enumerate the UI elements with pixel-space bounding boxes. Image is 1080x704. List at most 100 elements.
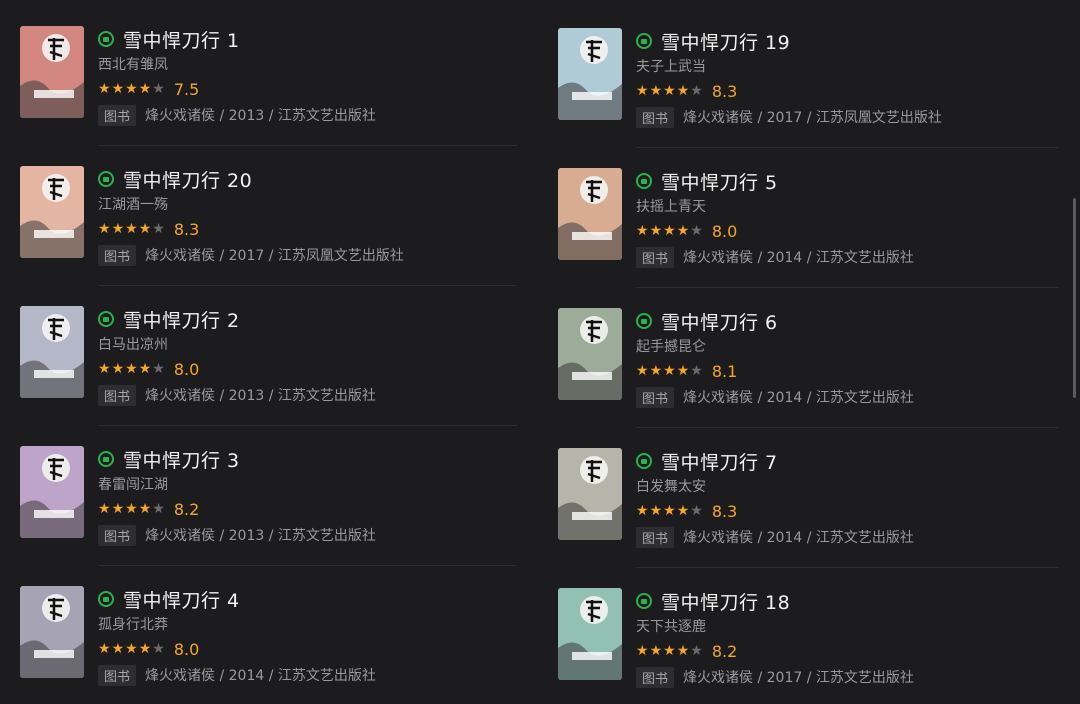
book-title[interactable]: 雪中悍刀行 20 <box>123 166 252 193</box>
rating-stars: ★ ★ ★ ★ ★ <box>636 364 704 378</box>
book-meta: 烽火戏诸侯 / 2013 / 江苏文艺出版社 <box>145 528 376 544</box>
ebook-available-icon <box>636 453 652 469</box>
rating-score: 8.2 <box>173 499 200 519</box>
star-icon: ★ <box>111 501 125 517</box>
star-icon: ★ <box>663 83 676 99</box>
book-title[interactable]: 雪中悍刀行 18 <box>661 588 790 615</box>
star-icon: ★ <box>676 363 690 379</box>
book-subtitle: 起手撼昆仑 <box>636 339 706 355</box>
category-tag: 图书 <box>636 526 675 548</box>
star-icon: ★ <box>636 223 649 239</box>
star-icon: ★ <box>98 641 111 657</box>
book-list-item[interactable]: 雪中悍刀行 3 春雷闯江湖 ★ ★ ★ ★ ★ 8.2 图书 烽火戏诸侯 / 2013 … <box>20 446 517 566</box>
book-cover[interactable] <box>558 308 622 400</box>
category-tag: 图书 <box>98 104 137 126</box>
book-list-item[interactable]: 雪中悍刀行 6 起手撼昆仑 ★ ★ ★ ★ ★ 8.1 图书 烽火戏诸侯 / 2014 … <box>558 308 1058 428</box>
rating-stars: ★ ★ ★ ★ ★ <box>636 644 704 658</box>
star-icon: ★ <box>111 221 125 237</box>
book-title[interactable]: 雪中悍刀行 3 <box>123 446 240 473</box>
book-title[interactable]: 雪中悍刀行 7 <box>661 448 778 475</box>
ebook-available-icon <box>636 313 652 329</box>
divider <box>98 285 517 286</box>
book-meta: 烽火戏诸侯 / 2014 / 江苏文艺出版社 <box>145 668 376 684</box>
book-title[interactable]: 雪中悍刀行 4 <box>123 586 240 613</box>
divider <box>98 145 517 146</box>
book-title[interactable]: 雪中悍刀行 2 <box>123 306 240 333</box>
rating-score: 7.5 <box>173 79 200 99</box>
scrollbar[interactable] <box>1073 198 1076 398</box>
ebook-available-icon <box>98 171 114 187</box>
star-icon: ★ <box>111 81 125 97</box>
star-icon: ★ <box>690 643 703 659</box>
star-icon: ★ <box>636 503 649 519</box>
book-subtitle: 孤身行北莽 <box>98 617 168 633</box>
book-list-item[interactable]: 雪中悍刀行 20 江湖酒一殇 ★ ★ ★ ★ ★ 8.3 图书 烽火戏诸侯 / 2017… <box>20 166 517 286</box>
rating-score: 8.2 <box>711 641 738 661</box>
rating-score: 8.0 <box>173 639 200 659</box>
star-icon: ★ <box>125 81 138 97</box>
star-icon: ★ <box>138 221 152 237</box>
book-list: 雪中悍刀行 1 西北有雏凤 ★ ★ ★ ★ ★ 7.5 图书 烽火戏诸侯 / 2013 … <box>0 0 1080 704</box>
book-column-right: 雪中悍刀行 19 夫子上武当 ★ ★ ★ ★ ★ 8.3 图书 烽火戏诸侯 / 2017… <box>558 2 1058 702</box>
star-icon: ★ <box>138 81 152 97</box>
book-title[interactable]: 雪中悍刀行 1 <box>123 26 240 53</box>
ebook-available-icon <box>98 311 114 327</box>
book-cover[interactable] <box>20 306 84 398</box>
star-icon: ★ <box>690 223 703 239</box>
rating-score: 8.3 <box>173 219 200 239</box>
category-tag: 图书 <box>636 106 675 128</box>
book-subtitle: 白马出凉州 <box>98 337 168 353</box>
ebook-available-icon <box>98 591 114 607</box>
book-subtitle: 扶摇上青天 <box>636 199 706 215</box>
ebook-available-icon <box>636 173 652 189</box>
star-icon: ★ <box>152 641 165 657</box>
star-icon: ★ <box>663 223 676 239</box>
rating-stars: ★ ★ ★ ★ ★ <box>636 504 704 518</box>
star-icon: ★ <box>690 503 703 519</box>
star-icon: ★ <box>152 501 165 517</box>
book-cover[interactable] <box>558 168 622 260</box>
star-icon: ★ <box>690 363 703 379</box>
star-icon: ★ <box>663 503 676 519</box>
rating-stars: ★ ★ ★ ★ ★ <box>98 642 166 656</box>
ebook-available-icon <box>98 451 114 467</box>
star-icon: ★ <box>111 641 125 657</box>
ebook-available-icon <box>98 31 114 47</box>
book-list-item[interactable]: 雪中悍刀行 18 天下共逐鹿 ★ ★ ★ ★ ★ 8.2 图书 烽火戏诸侯 / 2017… <box>558 588 1058 704</box>
book-cover[interactable] <box>558 28 622 120</box>
star-icon: ★ <box>98 81 111 97</box>
star-icon: ★ <box>138 361 152 377</box>
star-icon: ★ <box>676 643 690 659</box>
book-list-item[interactable]: 雪中悍刀行 19 夫子上武当 ★ ★ ★ ★ ★ 8.3 图书 烽火戏诸侯 / 2017… <box>558 28 1058 148</box>
star-icon: ★ <box>649 503 663 519</box>
book-cover[interactable] <box>20 26 84 118</box>
book-list-item[interactable]: 雪中悍刀行 7 白发舞太安 ★ ★ ★ ★ ★ 8.3 图书 烽火戏诸侯 / 2014 … <box>558 448 1058 568</box>
star-icon: ★ <box>676 83 690 99</box>
rating-stars: ★ ★ ★ ★ ★ <box>98 502 166 516</box>
category-tag: 图书 <box>98 244 137 266</box>
star-icon: ★ <box>138 501 152 517</box>
book-subtitle: 天下共逐鹿 <box>636 619 706 635</box>
book-list-item[interactable]: 雪中悍刀行 1 西北有雏凤 ★ ★ ★ ★ ★ 7.5 图书 烽火戏诸侯 / 2013 … <box>20 26 517 146</box>
book-title[interactable]: 雪中悍刀行 6 <box>661 308 778 335</box>
star-icon: ★ <box>152 81 165 97</box>
star-icon: ★ <box>98 221 111 237</box>
book-list-item[interactable]: 雪中悍刀行 5 扶摇上青天 ★ ★ ★ ★ ★ 8.0 图书 烽火戏诸侯 / 2014 … <box>558 168 1058 288</box>
book-title[interactable]: 雪中悍刀行 5 <box>661 168 778 195</box>
category-tag: 图书 <box>636 386 675 408</box>
rating-stars: ★ ★ ★ ★ ★ <box>98 82 166 96</box>
divider <box>636 287 1058 288</box>
star-icon: ★ <box>111 361 125 377</box>
book-cover[interactable] <box>20 166 84 258</box>
book-list-item[interactable]: 雪中悍刀行 2 白马出凉州 ★ ★ ★ ★ ★ 8.0 图书 烽火戏诸侯 / 2013 … <box>20 306 517 426</box>
book-cover[interactable] <box>20 446 84 538</box>
book-list-item[interactable]: 雪中悍刀行 4 孤身行北莽 ★ ★ ★ ★ ★ 8.0 图书 烽火戏诸侯 / 2014 … <box>20 586 517 704</box>
star-icon: ★ <box>98 501 111 517</box>
book-cover[interactable] <box>20 586 84 678</box>
book-cover[interactable] <box>558 588 622 680</box>
book-cover[interactable] <box>558 448 622 540</box>
category-tag: 图书 <box>98 384 137 406</box>
book-meta: 烽火戏诸侯 / 2014 / 江苏文艺出版社 <box>683 390 914 406</box>
star-icon: ★ <box>649 643 663 659</box>
book-title[interactable]: 雪中悍刀行 19 <box>661 28 790 55</box>
